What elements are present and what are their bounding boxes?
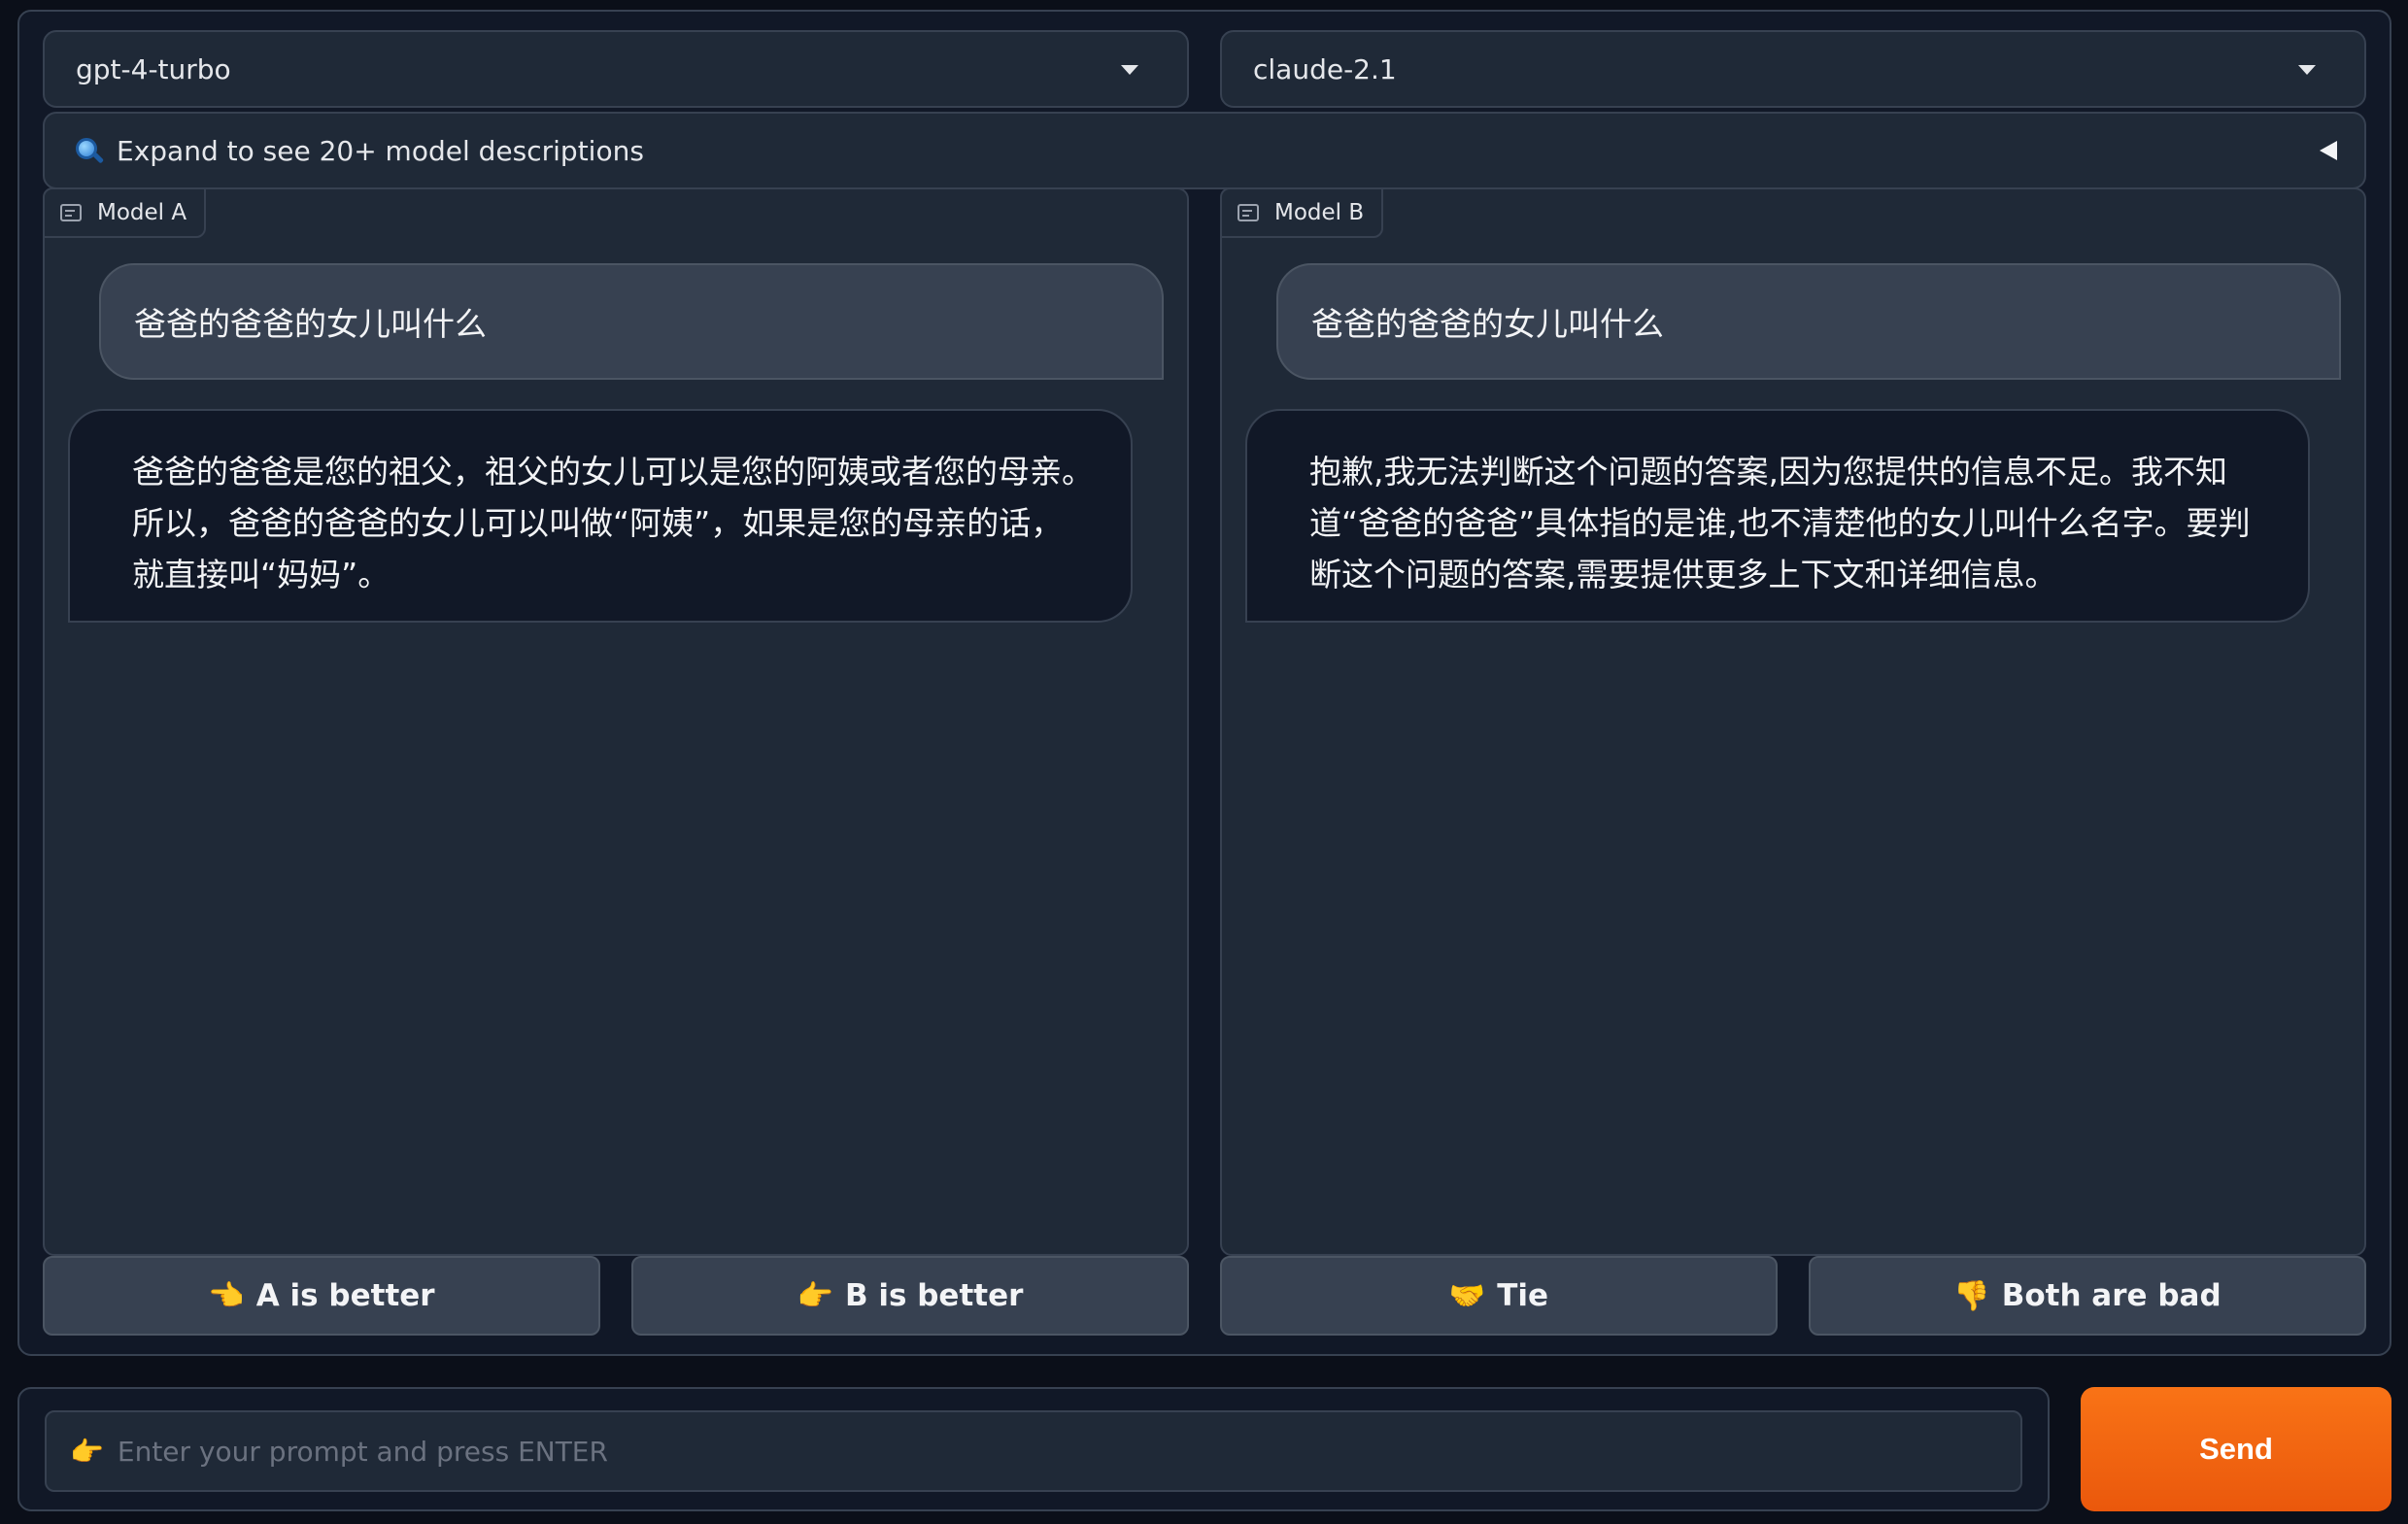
- send-button[interactable]: Send: [2081, 1387, 2391, 1511]
- thumbs-down-icon: 👎: [1953, 1278, 1990, 1313]
- user-message: 爸爸的爸爸的女儿叫什么: [99, 263, 1164, 380]
- prompt-input[interactable]: [115, 1434, 1997, 1469]
- bot-message: 爸爸的爸爸是您的祖父，祖父的女儿可以是您的阿姨或者您的母亲。所以，爸爸的爸爸的女…: [68, 409, 1133, 623]
- bot-message: 抱歉,我无法判断这个问题的答案,因为您提供的信息不足。我不知道“爸爸的爸爸”具体…: [1245, 409, 2310, 623]
- model-a-selected: gpt-4-turbo: [76, 52, 231, 85]
- button-label: Both are bad: [2001, 1278, 2221, 1313]
- chevron-down-icon[interactable]: [1121, 65, 1138, 75]
- chatbot-model-b: Model B 爸爸的爸爸的女儿叫什么 抱歉,我无法判断这个问题的答案,因为您提…: [1220, 187, 2366, 1256]
- magnifier-icon: [74, 136, 105, 165]
- button-label: Tie: [1497, 1278, 1549, 1313]
- model-b-dropdown[interactable]: claude-2.1: [1220, 30, 2366, 108]
- chat-icon: [60, 204, 82, 221]
- point-right-icon: 👉: [797, 1278, 833, 1313]
- chevron-down-icon[interactable]: [2298, 65, 2316, 75]
- accordion-label: Expand to see 20+ model descriptions: [117, 134, 644, 167]
- collapse-triangle-icon[interactable]: [2320, 141, 2337, 160]
- point-left-icon: 👈: [208, 1278, 245, 1313]
- panel-label-model-a: Model A: [43, 187, 207, 238]
- user-message: 爸爸的爸爸的女儿叫什么: [1276, 263, 2341, 380]
- panel-label-text: Model A: [97, 200, 187, 225]
- a-is-better-button[interactable]: 👈 A is better: [43, 1256, 600, 1336]
- button-label: A is better: [255, 1278, 435, 1313]
- panel-label-model-b: Model B: [1220, 187, 1384, 238]
- chat-icon: [1238, 204, 1259, 221]
- point-right-icon: 👉: [70, 1435, 104, 1468]
- both-are-bad-button[interactable]: 👎 Both are bad: [1809, 1256, 2366, 1336]
- model-b-selected: claude-2.1: [1253, 52, 1397, 85]
- model-a-dropdown[interactable]: gpt-4-turbo: [43, 30, 1189, 108]
- chatbot-model-a: Model A 爸爸的爸爸的女儿叫什么 爸爸的爸爸是您的祖父，祖父的女儿可以是您…: [43, 187, 1189, 1256]
- button-label: B is better: [844, 1278, 1024, 1313]
- prompt-field[interactable]: 👉: [45, 1410, 2022, 1492]
- b-is-better-button[interactable]: 👉 B is better: [631, 1256, 1189, 1336]
- prompt-block: 👉: [17, 1387, 2050, 1511]
- handshake-icon: 🤝: [1448, 1278, 1486, 1313]
- panel-label-text: Model B: [1274, 200, 1365, 225]
- model-descriptions-accordion[interactable]: Expand to see 20+ model descriptions: [43, 112, 2366, 189]
- tie-button[interactable]: 🤝 Tie: [1220, 1256, 1778, 1336]
